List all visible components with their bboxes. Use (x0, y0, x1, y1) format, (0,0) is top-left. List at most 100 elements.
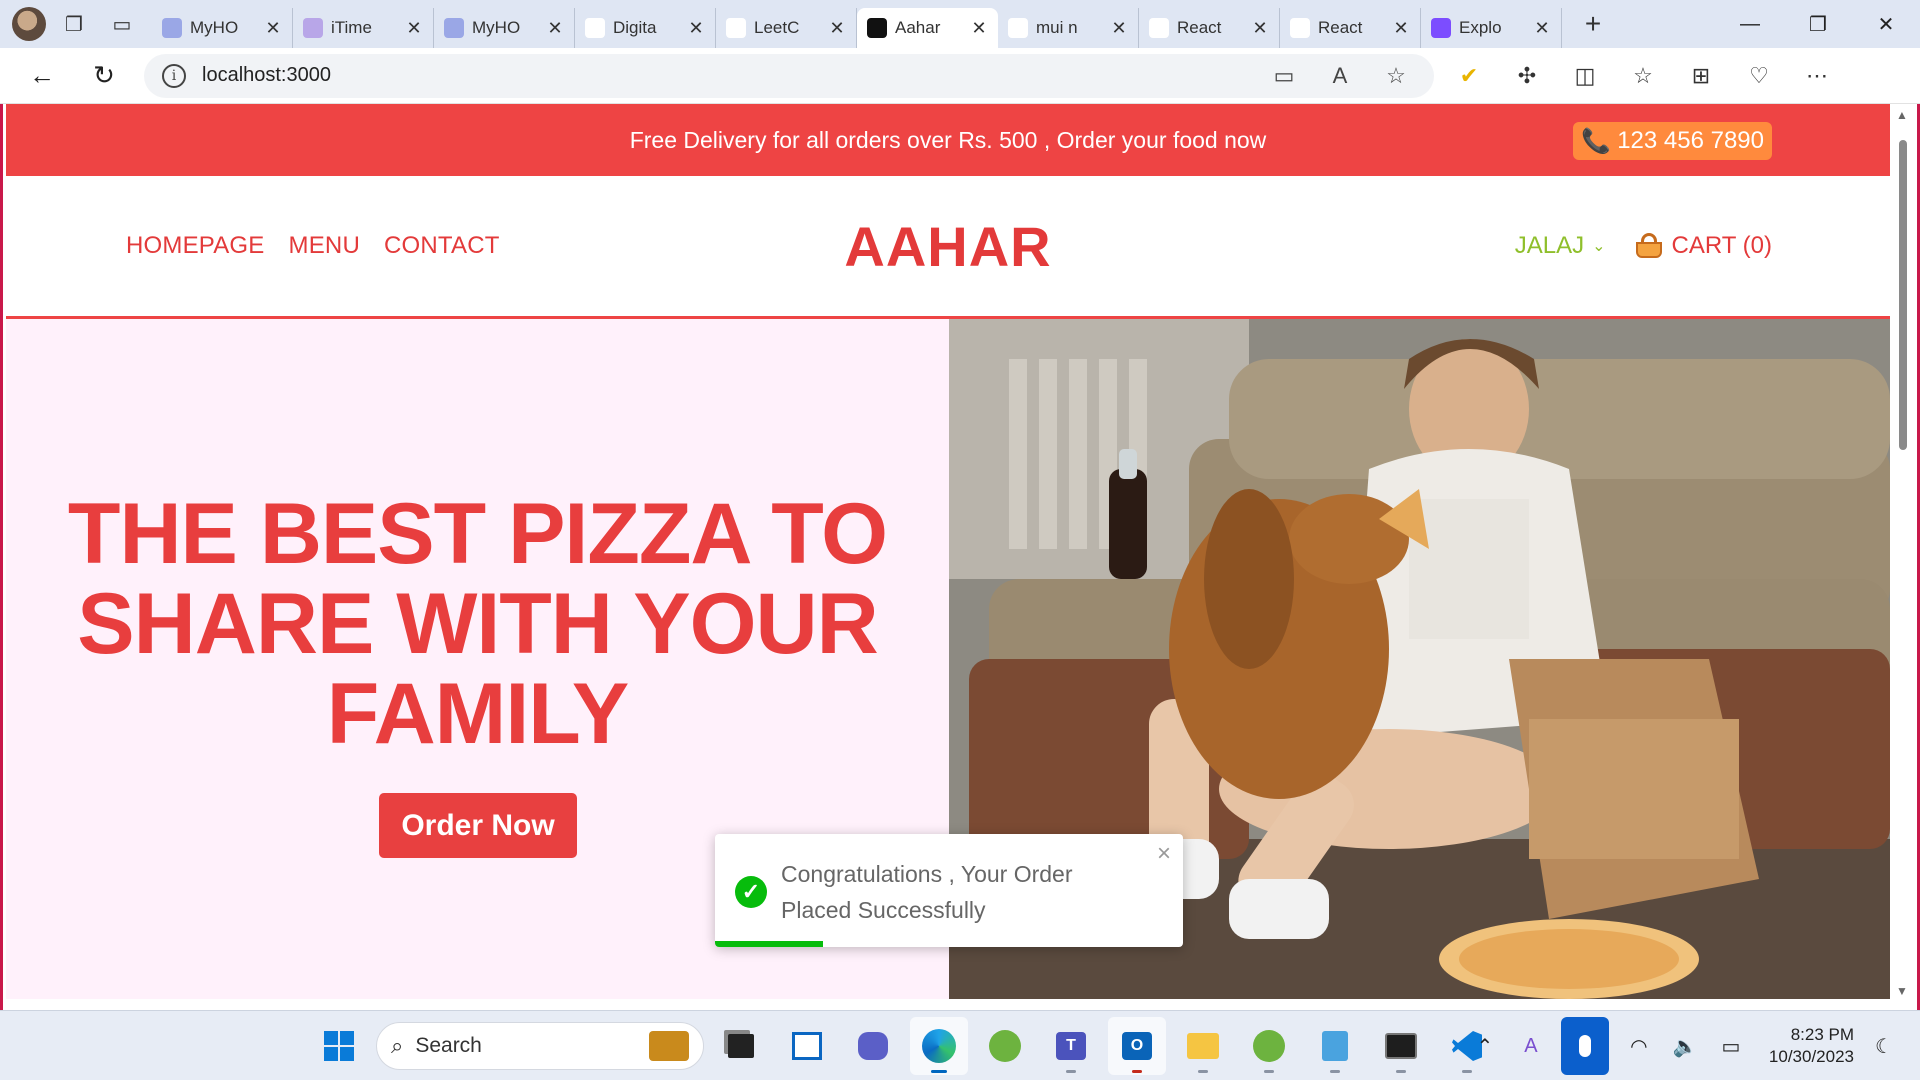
search-placeholder: Search (415, 1034, 482, 1057)
browser-tab[interactable]: MyHO ✕ (152, 8, 293, 48)
scroll-thumb[interactable] (1899, 140, 1907, 450)
profile-avatar[interactable] (12, 7, 46, 41)
browser-tab[interactable]: Explo ✕ (1421, 8, 1562, 48)
read-aloud-icon[interactable]: A (1320, 63, 1360, 89)
browser-tab[interactable]: LeetC ✕ (716, 8, 857, 48)
hero-title-line: FAMILY (326, 666, 629, 762)
url-text[interactable]: localhost:3000 (202, 64, 1248, 87)
tab-close-icon[interactable]: ✕ (264, 18, 282, 39)
toast-line: Congratulations , Your Order (781, 861, 1073, 887)
file-explorer-icon[interactable] (1174, 1017, 1232, 1075)
teams-chat-icon[interactable] (844, 1017, 902, 1075)
system-clock[interactable]: 8:23 PM 10/30/2023 (1769, 1024, 1854, 1068)
hero-title-line: SHARE WITH YOUR (77, 576, 878, 672)
phone-badge[interactable]: 📞 123 456 7890 (1573, 122, 1772, 160)
scroll-down-icon[interactable]: ▼ (1896, 984, 1908, 998)
basket-icon (1634, 232, 1664, 260)
tab-title: mui n (1036, 18, 1078, 37)
leetcode-icon (726, 18, 746, 38)
new-tab-button[interactable]: + (1570, 4, 1616, 44)
browser-tab[interactable]: Digita ✕ (575, 8, 716, 48)
teams-icon[interactable]: T (1042, 1017, 1100, 1075)
phone-icon: 📞 (1581, 127, 1612, 155)
tab-strip: MyHO ✕ iTime ✕ MyHO ✕ Digita ✕ LeetC ✕ Aahar ✕ mui n… (142, 0, 1562, 48)
tab-close-icon[interactable]: ✕ (1533, 18, 1551, 39)
cart-link[interactable]: CART (0) (1634, 232, 1772, 260)
cart-label: CART (0) (1671, 232, 1772, 259)
tab-close-icon[interactable]: ✕ (1110, 18, 1128, 39)
battery-icon[interactable]: ▭ (1715, 1034, 1747, 1059)
clock-date: 10/30/2023 (1768, 1047, 1854, 1066)
toast-message: Congratulations , Your Order Placed Succ… (781, 856, 1121, 928)
tab-close-icon[interactable]: ✕ (970, 18, 988, 39)
favorite-star-icon[interactable]: ☆ (1376, 63, 1416, 89)
hero-title-line: THE BEST PIZZA TO (67, 486, 888, 582)
workspaces-icon[interactable]: ❐ (54, 7, 94, 41)
taskbar-search[interactable]: ⌕ Search (376, 1022, 704, 1070)
user-menu[interactable]: JALAJ ⌄ (1515, 232, 1606, 260)
notepad-icon[interactable] (1306, 1017, 1364, 1075)
browser-essentials-icon[interactable]: ♡ (1738, 55, 1780, 97)
app-available-icon[interactable]: ▭ (1264, 63, 1304, 89)
windows-taskbar: ⌕ Search T O ⌃ A ◠ 🔈 ▭ 8:23 PM 10/30/202… (0, 1010, 1920, 1080)
show-hidden-icons-icon[interactable]: ⌃ (1469, 1034, 1501, 1059)
minimize-icon[interactable]: — (1716, 0, 1784, 48)
wifi-icon[interactable]: ◠ (1623, 1034, 1655, 1059)
tab-title: MyHO (190, 18, 239, 37)
success-toast: ✓ Congratulations , Your Order Placed Su… (715, 834, 1183, 947)
refresh-icon[interactable]: ↻ (82, 54, 126, 98)
split-screen-icon[interactable]: ◫ (1564, 55, 1606, 97)
back-icon[interactable]: ← (20, 54, 64, 98)
promo-text: Free Delivery for all orders over Rs. 50… (629, 126, 1267, 153)
browser-tab[interactable]: React ✕ (1139, 8, 1280, 48)
tab-close-icon[interactable]: ✕ (1251, 18, 1269, 39)
tab-title: Explo (1459, 18, 1502, 37)
browser-tab[interactable]: Aahar ✕ (857, 8, 998, 48)
tab-actions-icon[interactable]: ▭ (102, 7, 142, 41)
browser-tab[interactable]: iTime ✕ (293, 8, 434, 48)
volume-icon[interactable]: 🔈 (1669, 1034, 1701, 1059)
browser-tab[interactable]: React ✕ (1280, 8, 1421, 48)
more-menu-icon[interactable]: ⋯ (1796, 55, 1838, 97)
tab-title: LeetC (754, 18, 800, 37)
favorites-icon[interactable]: ☆ (1622, 55, 1664, 97)
windows-start-icon[interactable] (310, 1017, 368, 1075)
spring-tool-icon-2[interactable] (1240, 1017, 1298, 1075)
browser-tab[interactable]: mui n ✕ (998, 8, 1139, 48)
chevron-down-icon: ⌄ (1592, 238, 1606, 255)
notifications-icon[interactable]: ☾ (1868, 1034, 1900, 1059)
search-icon (1008, 18, 1028, 38)
widgets-icon[interactable] (778, 1017, 836, 1075)
order-now-button[interactable]: Order Now (379, 793, 577, 858)
browser-tab[interactable]: MyHO ✕ (434, 8, 575, 48)
tab-title: Digita (613, 18, 657, 37)
microphone-icon[interactable] (1560, 1017, 1609, 1075)
search-icon: ⌕ (391, 1033, 404, 1058)
site-info-icon[interactable]: i (162, 63, 186, 88)
tab-close-icon[interactable]: ✕ (546, 18, 564, 39)
scroll-up-icon[interactable]: ▲ (1896, 108, 1908, 122)
restore-icon[interactable]: ❐ (1784, 0, 1852, 48)
briefcase-icon (649, 1031, 689, 1061)
norton-extension-icon[interactable]: ✔ (1448, 55, 1490, 97)
page-scrollbar[interactable]: ▲ ▼ (1890, 104, 1914, 1002)
site-header: HOMEPAGE MENU CONTACT AAHAR JALAJ ⌄ CART… (6, 176, 1890, 319)
tab-close-icon[interactable]: ✕ (405, 18, 423, 39)
outlook-icon[interactable]: O (1108, 1017, 1166, 1075)
url-field[interactable]: i localhost:3000 ▭ A ☆ (144, 53, 1434, 98)
terminal-icon[interactable] (1372, 1017, 1430, 1075)
close-window-icon[interactable]: ✕ (1852, 0, 1920, 48)
task-view-icon[interactable] (712, 1017, 770, 1075)
edge-browser-icon[interactable] (910, 1017, 968, 1075)
language-icon[interactable]: A (1515, 1035, 1547, 1058)
myho-icon (162, 18, 182, 38)
mui-icon (1290, 18, 1310, 38)
tab-title: React (1177, 18, 1222, 37)
tab-close-icon[interactable]: ✕ (687, 18, 705, 39)
tab-close-icon[interactable]: ✕ (828, 18, 846, 39)
collections-icon[interactable]: ⊞ (1680, 55, 1722, 97)
tab-close-icon[interactable]: ✕ (1392, 18, 1410, 39)
close-icon[interactable]: × (1157, 840, 1171, 868)
spring-tool-icon[interactable] (976, 1017, 1034, 1075)
extensions-icon[interactable]: ✣ (1506, 55, 1548, 97)
